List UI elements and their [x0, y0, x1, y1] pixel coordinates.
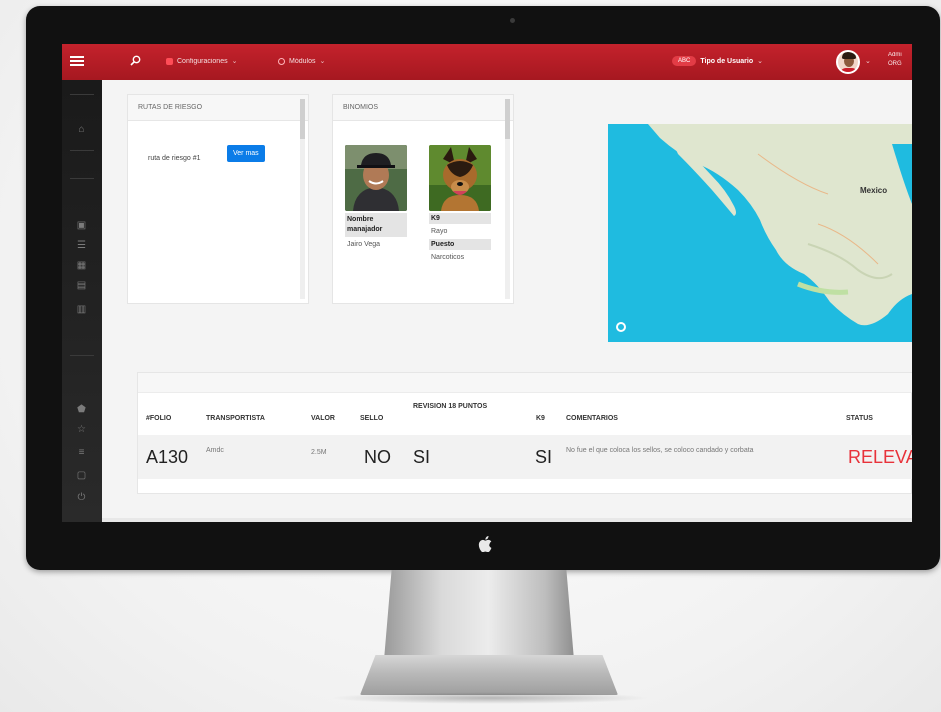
camera-dot	[510, 18, 515, 23]
ver-mas-button[interactable]: Ver mas	[227, 145, 265, 162]
apple-logo-icon	[478, 536, 492, 552]
sidebar-divider	[70, 355, 94, 356]
rutas-scrollbar[interactable]	[300, 99, 305, 299]
cell-k9: SI	[535, 447, 553, 467]
header-valor: VALOR	[311, 415, 335, 422]
cell-transportista: Amdc	[206, 447, 224, 454]
monitor-stand-shadow	[330, 692, 650, 704]
k9-info: K9 Rayo Puesto Narcoticos	[429, 213, 491, 263]
monitor-screen: Configuraciones ⌄ Módulos ⌄ ABC Tipo de …	[62, 44, 912, 522]
chevron-down-icon: ⌄	[319, 58, 326, 65]
cell-valor: 2.5M	[311, 449, 327, 456]
header-revision: REVISION 18 PUNTOS	[413, 403, 488, 410]
cell-status: RELEVA	[848, 447, 912, 467]
power-icon[interactable]: ⏻	[75, 492, 88, 504]
k9-name: Rayo	[431, 228, 448, 235]
cell-sello: NO	[364, 447, 391, 467]
user-type-badge: ABC	[672, 56, 697, 66]
menu-icon[interactable]: ≡	[75, 447, 88, 459]
user-type-menu[interactable]: ABC Tipo de Usuario ⌄	[672, 56, 763, 66]
header-sello: SELLO	[360, 415, 384, 422]
map-country-label: Mexico	[860, 186, 888, 195]
hamburger-icon[interactable]	[70, 56, 84, 66]
position-label: Puesto	[429, 239, 491, 250]
sidebar-divider	[70, 150, 94, 151]
book-icon[interactable]: ▣	[75, 220, 88, 232]
header-folio: #FOLIO	[146, 415, 172, 422]
main-content: RUTAS DE RIESGO ruta de riesgo #1 Ver ma…	[102, 80, 912, 522]
map-terrain	[608, 124, 912, 342]
handler-label: Nombre manajador	[345, 213, 407, 237]
handler-info: Nombre manajador Jairo Vega	[345, 213, 407, 250]
top-navigation-bar: Configuraciones ⌄ Módulos ⌄ ABC Tipo de …	[62, 44, 912, 80]
chat-icon[interactable]: ▢	[75, 470, 88, 482]
rutas-riesgo-card: RUTAS DE RIESGO ruta de riesgo #1 Ver ma…	[127, 94, 309, 304]
binomios-title: BINOMIOS	[333, 95, 513, 121]
sidebar-divider	[70, 178, 94, 179]
star-icon[interactable]: ☆	[75, 424, 88, 436]
nav-modulos-label: Módulos	[289, 57, 316, 65]
list-icon[interactable]: ☰	[75, 240, 88, 252]
handler-photo	[345, 145, 407, 211]
user-type-label: Tipo de Usuario	[700, 57, 754, 65]
table-icon[interactable]: ▤	[75, 280, 88, 292]
nav-configuraciones-label: Configuraciones	[177, 57, 228, 65]
sidebar: ⌂ ▣ ☰ ▦ ▤ ▥ ⬟ ☆ ≡ ▢ ⏻	[62, 80, 102, 522]
position-value: Narcoticos	[431, 254, 465, 261]
header-status: STATUS	[846, 415, 873, 422]
sidebar-divider	[70, 94, 94, 95]
chevron-down-icon[interactable]: ⌄	[865, 57, 871, 65]
home-icon[interactable]: ⌂	[75, 124, 88, 136]
rutas-riesgo-title: RUTAS DE RIESGO	[128, 95, 308, 121]
binomios-scrollbar[interactable]	[505, 99, 510, 299]
table-top-strip	[138, 373, 912, 393]
user-organization: ORG	[888, 61, 902, 67]
cell-folio: A130	[146, 447, 189, 467]
header-comentarios: COMENTARIOS	[566, 415, 618, 422]
inspections-table: #FOLIO TRANSPORTISTA VALOR SELLO REVISIO…	[137, 372, 912, 494]
monitor-stand-neck	[384, 570, 574, 660]
user-name: Admi	[888, 52, 902, 58]
modules-icon	[278, 57, 285, 65]
monitor-stand-base	[360, 655, 618, 695]
map-location-icon[interactable]	[616, 322, 626, 332]
cell-revision: SI	[413, 447, 431, 467]
user-info[interactable]: Admi ORG	[888, 51, 902, 69]
search-icon[interactable]	[130, 55, 141, 66]
binomios-card: BINOMIOS Nombre manajador Jairo Vega K9 …	[332, 94, 514, 304]
config-icon	[166, 57, 173, 65]
grid-icon[interactable]: ▦	[75, 260, 88, 272]
desk-background: Configuraciones ⌄ Módulos ⌄ ABC Tipo de …	[0, 0, 941, 712]
header-k9: K9	[536, 415, 545, 422]
table-row[interactable]: A130 Amdc 2.5M NO SI SI No fue el que co…	[138, 435, 912, 479]
chevron-down-icon: ⌄	[231, 58, 238, 65]
chevron-down-icon: ⌄	[757, 58, 763, 65]
k9-label: K9	[429, 213, 491, 224]
cell-comentarios: No fue el que coloca los sellos, se colo…	[566, 447, 754, 454]
header-transportista: TRANSPORTISTA	[206, 415, 265, 422]
handler-name: Jairo Vega	[347, 241, 381, 248]
shield-icon[interactable]: ⬟	[75, 404, 88, 416]
user-avatar[interactable]	[836, 50, 860, 74]
calendar-icon[interactable]: ▥	[75, 304, 88, 316]
route-item: ruta de riesgo #1	[148, 155, 201, 162]
map-view[interactable]: Mexico	[608, 124, 912, 342]
content-footer-line	[102, 518, 912, 522]
nav-configuraciones[interactable]: Configuraciones ⌄	[166, 57, 237, 65]
k9-photo	[429, 145, 491, 211]
nav-modulos[interactable]: Módulos ⌄	[278, 57, 325, 65]
